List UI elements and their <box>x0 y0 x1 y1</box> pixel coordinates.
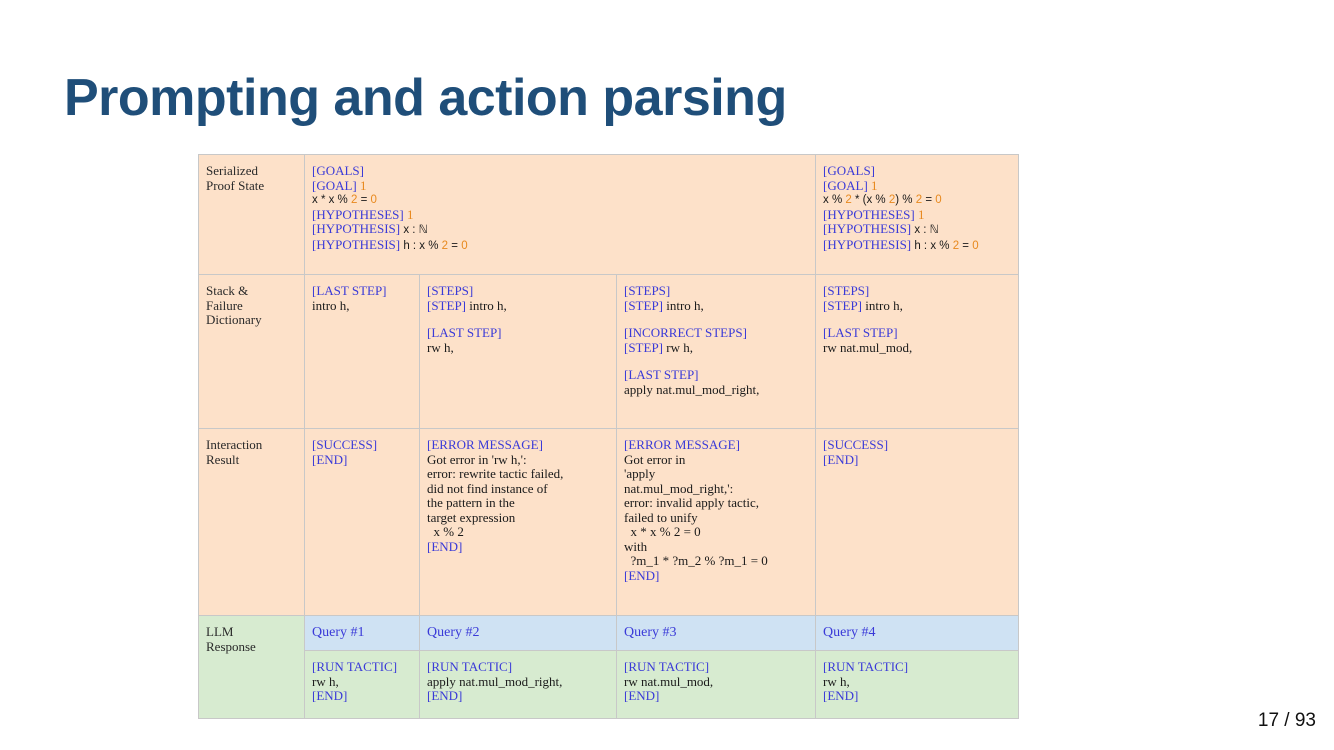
result-cell-1: [SUCCESS] [END] <box>304 428 420 616</box>
response-cell-4: [RUN TACTIC] rw h, [END] <box>815 650 1020 719</box>
hypotheses-tag: [HYPOTHESES] <box>312 206 404 222</box>
stack-cell-3: [STEPS] [STEP] intro h, [INCORRECT STEPS… <box>615 274 817 429</box>
page-number: 17 / 93 <box>1257 710 1316 731</box>
query-2-header: Query #2 <box>419 615 617 651</box>
query-4-header: Query #4 <box>815 615 1020 651</box>
stack-cell-4: [STEPS] [STEP] intro h, [LAST STEP] rw n… <box>815 274 1020 429</box>
response-cell-3: [RUN TACTIC] rw nat.mul_mod, [END] <box>615 650 817 719</box>
goal-tag: [GOAL] <box>312 177 357 193</box>
goal-expression: x * x % 2 = 0 <box>312 194 377 206</box>
result-cell-4: [SUCCESS] [END] <box>815 428 1020 616</box>
prompt-format-figure: Serialized Proof State [GOALS] [GOAL] 1 … <box>198 154 1020 719</box>
hypothesis-tag: [HYPOTHESIS] <box>312 221 401 236</box>
slide-title: Prompting and action parsing <box>64 69 787 127</box>
goal-expression: x % 2 * (x % 2) % 2 = 0 <box>823 194 942 206</box>
row-label-stack-failure-dictionary: Stack & Failure Dictionary <box>198 274 305 429</box>
goals-tag: [GOALS] <box>312 163 364 178</box>
proof-state-cell-after: [GOALS] [GOAL] 1 x % 2 * (x % 2) % 2 = 0… <box>815 154 1020 275</box>
query-1-header: Query #1 <box>304 615 420 651</box>
stack-cell-2: [STEPS] [STEP] intro h, [LAST STEP] rw h… <box>419 274 617 429</box>
response-cell-2: [RUN TACTIC] apply nat.mul_mod_right, [E… <box>419 650 617 719</box>
result-cell-2: [ERROR MESSAGE] Got error in 'rw h,': er… <box>419 428 617 616</box>
hypothesis-tag: [HYPOTHESIS] <box>312 236 401 252</box>
row-label-interaction-result: Interaction Result <box>198 428 305 616</box>
stack-cell-1: [LAST STEP] intro h, <box>304 274 420 429</box>
query-3-header: Query #3 <box>615 615 817 651</box>
result-cell-3: [ERROR MESSAGE] Got error in 'apply nat.… <box>615 428 817 616</box>
response-cell-1: [RUN TACTIC] rw h, [END] <box>304 650 420 719</box>
row-label-serialized-proof-state: Serialized Proof State <box>198 154 305 275</box>
proof-state-cell: [GOALS] [GOAL] 1 x * x % 2 = 0 [HYPOTHES… <box>303 154 817 275</box>
row-label-llm-response: LLM Response <box>198 615 305 719</box>
